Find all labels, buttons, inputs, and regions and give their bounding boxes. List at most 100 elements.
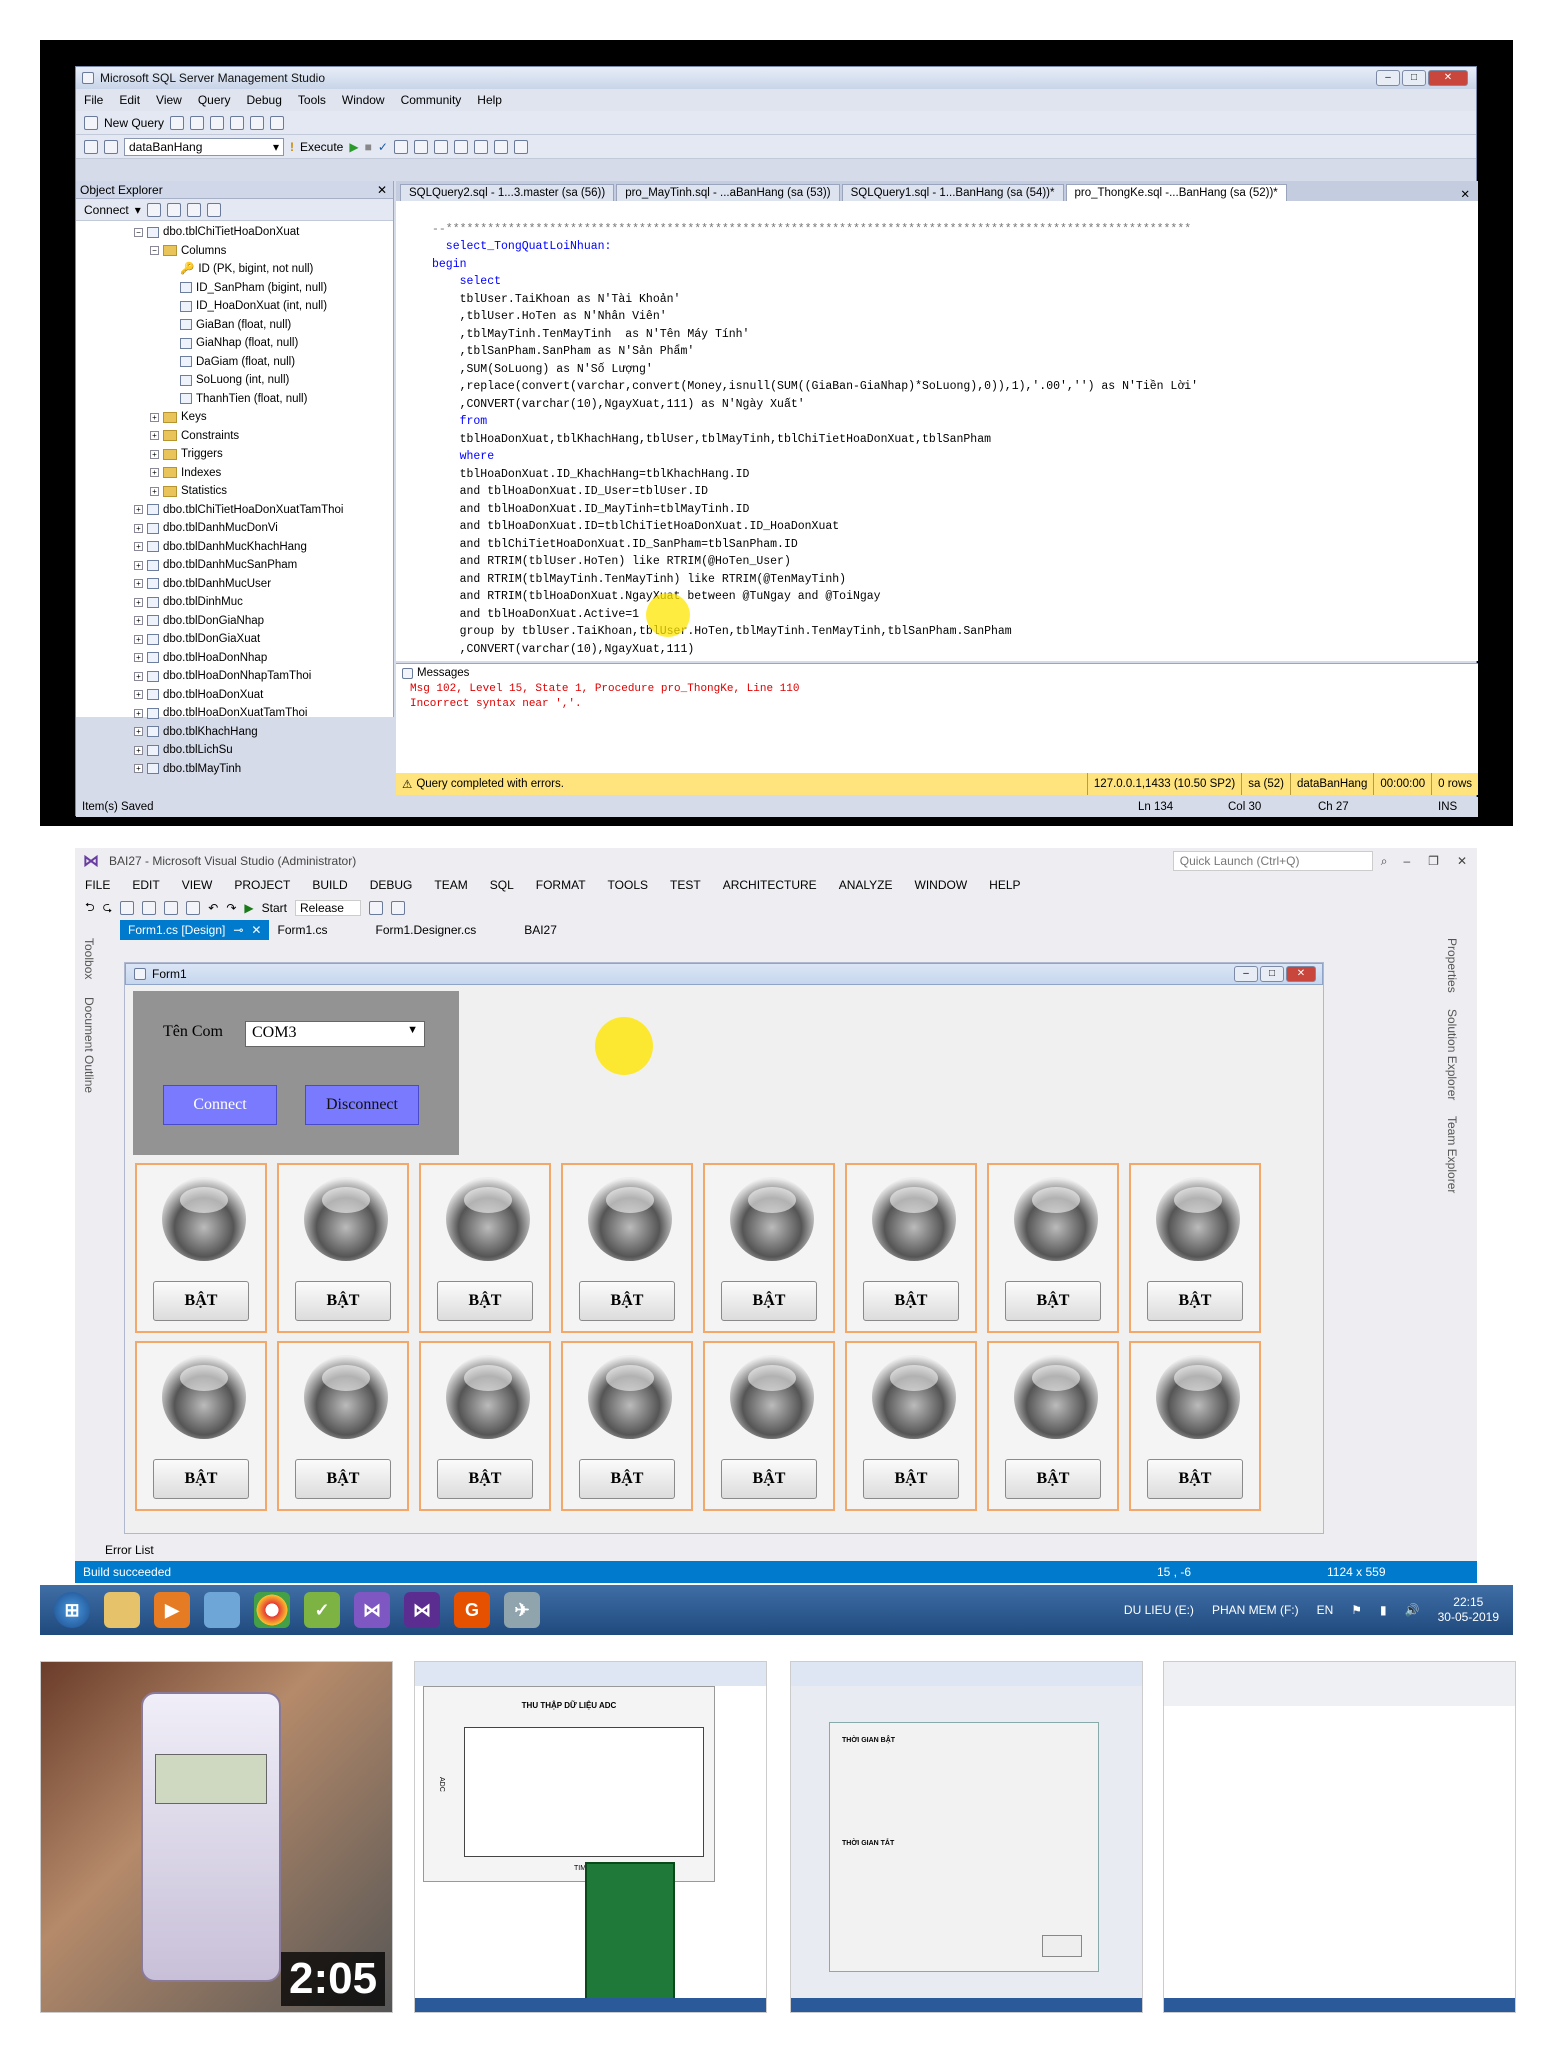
db-engine-query-icon[interactable]	[170, 115, 185, 130]
bat-button[interactable]: BẬT	[863, 1281, 959, 1321]
menu-community[interactable]: Community	[401, 93, 462, 107]
tab-sqlquery2[interactable]: SQLQuery2.sql - 1...3.master (sa (56))	[400, 184, 615, 201]
led-card[interactable]: BẬT	[845, 1163, 977, 1333]
bat-button[interactable]: BẬT	[1147, 1281, 1243, 1321]
align-icon[interactable]	[368, 901, 383, 915]
filter-icon[interactable]	[186, 202, 201, 217]
save-all-icon[interactable]	[250, 115, 265, 130]
results-file-icon[interactable]	[433, 139, 448, 154]
tree-node-table[interactable]: − dbo.tblChiTietHoaDonXuat	[76, 223, 393, 242]
indent-icon[interactable]	[493, 139, 508, 154]
tree-column[interactable]: SoLuong (int, null)	[76, 371, 393, 390]
tree-column[interactable]: GiaBan (float, null)	[76, 316, 393, 335]
refresh-icon[interactable]	[206, 202, 221, 217]
led-card[interactable]: BẬT	[561, 1341, 693, 1511]
volume-icon[interactable]: 🔊	[1405, 1603, 1420, 1617]
expand-icon[interactable]: +	[134, 523, 143, 533]
tree-folder[interactable]: + Constraints	[76, 427, 393, 446]
expand-icon[interactable]: +	[134, 505, 143, 515]
menu-file[interactable]: FILE	[85, 878, 110, 892]
start-orb-icon[interactable]: ⊞	[54, 1592, 90, 1628]
menu-architecture[interactable]: ARCHITECTURE	[723, 878, 817, 892]
maximize-icon[interactable]: □	[1402, 70, 1426, 86]
toolbox-tab[interactable]: Toolbox	[82, 938, 96, 979]
led-card[interactable]: BẬT	[987, 1341, 1119, 1511]
bat-button[interactable]: BẬT	[153, 1281, 249, 1321]
tree-table[interactable]: + dbo.tblHoaDonNhap	[76, 649, 393, 668]
explorer-icon[interactable]	[104, 1592, 140, 1628]
tree-table[interactable]: + dbo.tblMayTinh	[76, 760, 393, 779]
chrome-icon[interactable]	[254, 1592, 290, 1628]
new-query-button[interactable]: New Query	[104, 116, 164, 130]
menu-edit[interactable]: Edit	[119, 93, 140, 107]
expand-icon[interactable]: +	[134, 671, 143, 681]
back-icon[interactable]: ⮌	[85, 898, 95, 919]
bat-button[interactable]: BẬT	[295, 1281, 391, 1321]
bat-button[interactable]: BẬT	[153, 1459, 249, 1499]
uncomment-icon[interactable]	[473, 139, 488, 154]
forward-icon[interactable]: ⮎	[103, 898, 113, 919]
tree-table[interactable]: + dbo.tblDinhMuc	[76, 593, 393, 612]
pin-icon[interactable]: ✕	[377, 183, 387, 197]
led-card[interactable]: BẬT	[419, 1163, 551, 1333]
app-icon[interactable]: ✓	[304, 1592, 340, 1628]
save-icon[interactable]	[164, 901, 179, 915]
expand-icon[interactable]: +	[134, 616, 143, 626]
tree-column[interactable]: ID_SanPham (bigint, null)	[76, 279, 393, 298]
expand-icon[interactable]: +	[150, 431, 159, 441]
tree-table[interactable]: + dbo.tblHoaDonXuatTamThoi	[76, 704, 393, 723]
menu-format[interactable]: FORMAT	[536, 878, 586, 892]
tree-node-columns[interactable]: − Columns	[76, 242, 393, 261]
tree-folder[interactable]: + Statistics	[76, 482, 393, 501]
expand-icon[interactable]: +	[134, 764, 143, 774]
expand-icon[interactable]: +	[134, 653, 143, 663]
expand-icon[interactable]: +	[150, 486, 159, 496]
expand-icon[interactable]: +	[134, 745, 143, 755]
menu-project[interactable]: PROJECT	[234, 878, 290, 892]
bat-button[interactable]: BẬT	[295, 1459, 391, 1499]
menu-query[interactable]: Query	[198, 93, 231, 107]
menu-edit[interactable]: EDIT	[132, 878, 159, 892]
results-text-icon[interactable]	[413, 139, 428, 154]
tree-table[interactable]: + dbo.tblLichSu	[76, 741, 393, 760]
bat-button[interactable]: BẬT	[579, 1281, 675, 1321]
bat-button[interactable]: BẬT	[437, 1459, 533, 1499]
menu-window[interactable]: Window	[342, 93, 385, 107]
tab-pro-maytinh[interactable]: pro_MayTinh.sql - ...aBanHang (sa (53))	[616, 184, 840, 201]
menu-debug[interactable]: Debug	[247, 93, 282, 107]
led-card[interactable]: BẬT	[1129, 1341, 1261, 1511]
restore-icon[interactable]: ❐	[1428, 854, 1439, 868]
layout-icon[interactable]	[390, 901, 405, 915]
tree-folder[interactable]: + Indexes	[76, 464, 393, 483]
undo-icon[interactable]: ↶	[208, 901, 218, 915]
open-file-icon[interactable]	[210, 115, 225, 130]
sql-code[interactable]: --**************************************…	[396, 201, 1478, 693]
led-card[interactable]: BẬT	[277, 1163, 409, 1333]
expand-icon[interactable]: +	[134, 560, 143, 570]
error-list-tab[interactable]: Error List	[105, 1543, 154, 1557]
stop-icon[interactable]: ■	[365, 140, 372, 154]
quick-launch-input[interactable]: Quick Launch (Ctrl+Q)	[1172, 851, 1373, 871]
bat-button[interactable]: BẬT	[437, 1281, 533, 1321]
config-select[interactable]: Release	[294, 900, 361, 916]
close-icon[interactable]: ✕	[1460, 187, 1470, 201]
led-card[interactable]: BẬT	[419, 1341, 551, 1511]
messages-tab[interactable]: Messages	[417, 667, 469, 679]
solution-explorer-tab[interactable]: Solution Explorer	[1445, 1009, 1459, 1100]
led-card[interactable]: BẬT	[703, 1341, 835, 1511]
open-icon[interactable]	[142, 901, 157, 915]
bat-button[interactable]: BẬT	[1147, 1459, 1243, 1499]
vs-icon[interactable]: ⋈	[404, 1592, 440, 1628]
start-button[interactable]: Start	[262, 901, 287, 915]
led-card[interactable]: BẬT	[1129, 1163, 1261, 1333]
bat-button[interactable]: BẬT	[1005, 1459, 1101, 1499]
bat-button[interactable]: BẬT	[1005, 1281, 1101, 1321]
bat-button[interactable]: BẬT	[721, 1459, 817, 1499]
tree-table[interactable]: + dbo.tblDanhMucUser	[76, 575, 393, 594]
expand-icon[interactable]: +	[150, 449, 159, 459]
connect-icon[interactable]	[84, 139, 98, 154]
menu-window[interactable]: WINDOW	[915, 878, 968, 892]
tree-column[interactable]: ThanhTien (float, null)	[76, 390, 393, 409]
menu-analyze[interactable]: ANALYZE	[839, 878, 893, 892]
activity-monitor-icon[interactable]	[270, 115, 285, 130]
